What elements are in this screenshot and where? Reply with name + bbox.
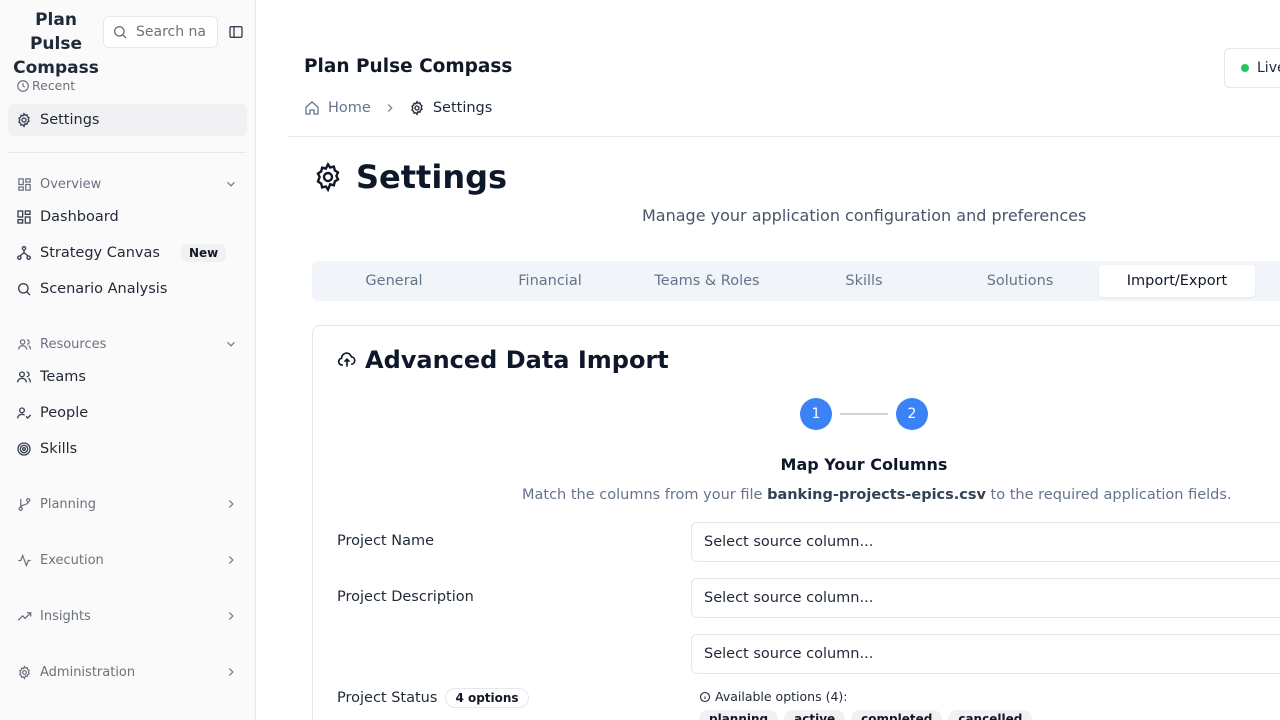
tab-general[interactable]: General [316, 265, 472, 297]
page-title: Settings [312, 158, 507, 196]
breadcrumb-current: Settings [409, 100, 492, 116]
breadcrumb-home[interactable]: Home [304, 100, 371, 116]
chevron-right-icon [223, 496, 239, 512]
tab-financial[interactable]: Financial [472, 265, 628, 297]
map-columns-title: Map Your Columns [780, 455, 948, 474]
sidebar-item-dashboard[interactable]: Dashboard [8, 201, 247, 233]
sidebar-group-insights[interactable]: Insights [8, 602, 247, 630]
available-options-label: Available options (4): [699, 689, 847, 704]
dashboard-icon [16, 209, 32, 225]
file-name: banking-projects-epics.csv [767, 487, 986, 503]
chevron-right-icon [223, 608, 239, 624]
sidebar-group-overview[interactable]: Overview [8, 170, 247, 198]
option-chip: active [784, 710, 846, 720]
sidebar-group-resources[interactable]: Resources [8, 330, 247, 358]
page-title-text: Settings [356, 158, 508, 196]
sidebar-item-recent-settings[interactable]: Settings [8, 104, 247, 136]
sidebar-item-people[interactable]: People [8, 397, 247, 429]
search-icon [114, 26, 127, 39]
page-subtitle: Manage your application configuration an… [642, 206, 1087, 225]
gear-icon [16, 112, 32, 128]
trending-up-icon [16, 608, 32, 624]
search-icon [16, 281, 32, 297]
home-icon [305, 101, 319, 115]
new-badge: New [180, 244, 227, 262]
step-connector [840, 413, 888, 415]
map-columns-description: Match the columns from your file banking… [522, 487, 1232, 503]
sidebar-item-teams[interactable]: Teams [8, 361, 247, 393]
search-input[interactable] [136, 24, 216, 40]
header-title: Plan Pulse Compass [304, 56, 513, 77]
status-options: planning active completed cancelled [699, 710, 1033, 720]
project-description-select[interactable]: Select source column... [691, 578, 1280, 618]
tab-import-export[interactable]: Import/Export [1099, 265, 1255, 297]
field-label-project-description: Project Description [337, 589, 474, 605]
chevron-down-icon [223, 176, 239, 192]
breadcrumb: Home Settings [304, 100, 492, 116]
users-icon [16, 336, 32, 352]
tab-teams-roles[interactable]: Teams & Roles [628, 265, 786, 297]
sidebar-item-strategy-canvas[interactable]: Strategy Canvas New [8, 237, 247, 269]
search-box[interactable] [103, 16, 218, 48]
import-card-title: Advanced Data Import [337, 346, 669, 374]
chevron-right-icon [223, 664, 239, 680]
workflow-icon [16, 245, 32, 261]
sidebar-divider [8, 152, 246, 153]
options-count-badge: 4 options [445, 688, 529, 708]
gear-icon [316, 161, 340, 193]
sidebar: Plan Pulse Compass Recent Settings Overv… [0, 0, 256, 720]
chevron-right-icon [383, 101, 397, 115]
status-dot [1241, 64, 1249, 72]
chevron-down-icon [223, 336, 239, 352]
git-branch-icon [16, 496, 32, 512]
project-name-select[interactable]: Select source column... [691, 522, 1280, 562]
users-icon [16, 369, 32, 385]
chevron-right-icon [223, 552, 239, 568]
tab-solutions[interactable]: Solutions [942, 265, 1098, 297]
option-chip: completed [851, 710, 943, 720]
gear-icon [16, 664, 32, 680]
sidebar-item-scenario-analysis[interactable]: Scenario Analysis [8, 273, 247, 305]
tab-skills[interactable]: Skills [786, 265, 942, 297]
live-status-badge[interactable]: Live [1224, 48, 1280, 88]
app-brand: Plan Pulse Compass [13, 10, 99, 78]
field-label-project-name: Project Name [337, 533, 434, 549]
settings-tabs: General Financial Teams & Roles Skills S… [312, 261, 1280, 301]
field-label-project-status: Project Status 4 options [337, 688, 529, 708]
step-indicator-2: 2 [896, 398, 928, 430]
clock-icon [17, 79, 29, 92]
sidebar-group-execution[interactable]: Execution [8, 546, 247, 574]
step-indicator-1: 1 [800, 398, 832, 430]
option-chip: planning [699, 710, 779, 720]
sidebar-group-administration[interactable]: Administration [8, 658, 247, 686]
grid-icon [16, 176, 32, 192]
header-divider [288, 136, 1280, 137]
activity-icon [16, 552, 32, 568]
recent-section-label: Recent [16, 78, 75, 93]
cloud-upload-icon [337, 352, 356, 367]
user-check-icon [16, 405, 32, 421]
info-icon [699, 691, 711, 702]
gear-icon [410, 100, 423, 116]
sidebar-toggle-icon[interactable] [226, 22, 246, 42]
sidebar-group-planning[interactable]: Planning [8, 490, 247, 518]
extra-column-select[interactable]: Select source column... [691, 634, 1280, 674]
option-chip: cancelled [948, 710, 1033, 720]
